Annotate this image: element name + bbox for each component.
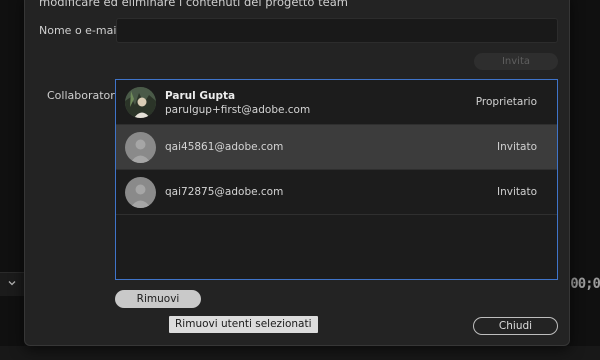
collaborator-role: Invitato xyxy=(497,141,537,153)
remove-tooltip: Rimuovi utenti selezionati xyxy=(169,316,318,333)
collaborators-list[interactable]: Parul Gupta parulgup+first@adobe.com Pro… xyxy=(115,79,558,280)
collaborator-role: Invitato xyxy=(497,186,537,198)
collaborator-role: Proprietario xyxy=(475,96,537,108)
chevron-down-icon[interactable] xyxy=(7,278,17,288)
collaborators-dialog: modificare ed eliminare i contenuti del … xyxy=(24,0,570,346)
email-input[interactable] xyxy=(116,18,558,43)
collaborators-label: Collaboratori: xyxy=(47,89,122,102)
collaborator-email: qai45861@adobe.com xyxy=(165,141,284,153)
remove-button[interactable]: Rimuovi xyxy=(115,290,201,308)
collaborator-name: Parul Gupta xyxy=(165,90,236,102)
collaborator-row[interactable]: qai72875@adobe.com Invitato xyxy=(116,170,557,215)
collaborator-email: parulgup+first@adobe.com xyxy=(165,104,311,116)
user-placeholder-icon xyxy=(125,132,156,163)
user-photo xyxy=(125,87,156,118)
user-placeholder-icon xyxy=(125,177,156,208)
collaborator-row-selected[interactable]: qai45861@adobe.com Invitato xyxy=(116,125,557,170)
email-label: Nome o e-mail: xyxy=(39,24,124,37)
collaborator-row[interactable]: Parul Gupta parulgup+first@adobe.com Pro… xyxy=(116,80,557,125)
collaborator-email: qai72875@adobe.com xyxy=(165,186,284,198)
background-left-panel xyxy=(0,0,24,360)
close-button[interactable]: Chiudi xyxy=(473,317,558,335)
invite-button[interactable]: Invita xyxy=(474,53,558,70)
background-right-panel xyxy=(570,0,600,360)
background-bottom-bar xyxy=(0,346,600,360)
dialog-intro-text: modificare ed eliminare i contenuti del … xyxy=(39,0,348,9)
